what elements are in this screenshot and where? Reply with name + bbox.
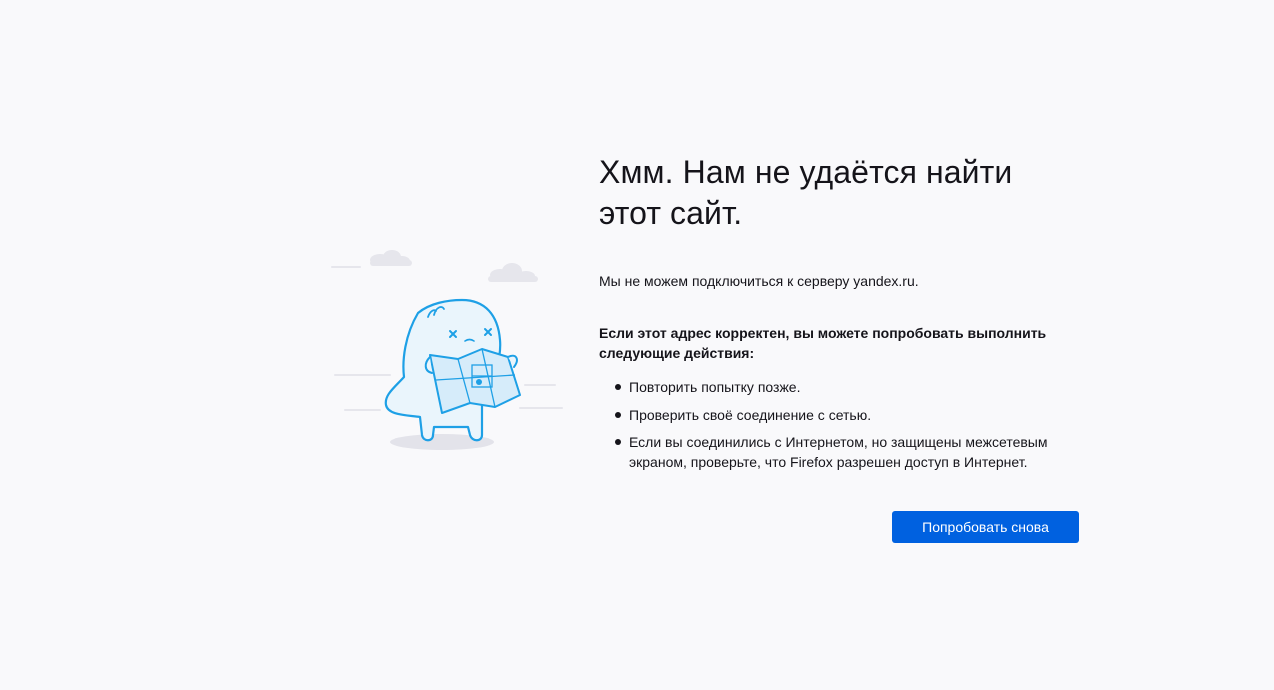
error-title: Хмм. Нам не удаётся найти этот сайт.	[599, 154, 1013, 231]
error-page: Хмм. Нам не удаётся найти этот сайт. Мы …	[0, 0, 1274, 690]
advice-item: Если вы соединились с Интернетом, но защ…	[615, 433, 1089, 472]
advice-heading: Если этот адрес корректен, вы можете поп…	[599, 325, 1047, 361]
advice-list: Повторить попытку позже. Проверить своё …	[599, 378, 1079, 472]
error-content: Хмм. Нам не удаётся найти этот сайт. Мы …	[599, 152, 1079, 480]
advice-item: Проверить своё соединение с сетью.	[615, 406, 1089, 426]
error-description: Мы не можем подключиться к серверу yande…	[599, 273, 919, 289]
confused-creature-illustration	[330, 245, 570, 460]
advice-item: Повторить попытку позже.	[615, 378, 1089, 398]
retry-button[interactable]: Попробовать снова	[892, 511, 1079, 543]
